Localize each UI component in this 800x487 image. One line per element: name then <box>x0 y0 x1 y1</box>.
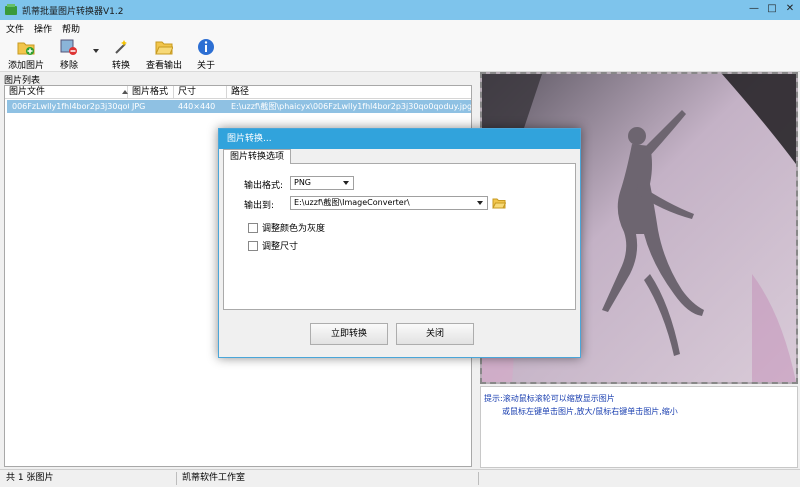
maximize-button[interactable]: □ <box>766 3 778 15</box>
close-dialog-button[interactable]: 关闭 <box>396 323 474 345</box>
dialog-title: 图片转换... <box>219 129 580 149</box>
output-label: 输出到: <box>244 201 275 211</box>
format-select[interactable]: PNG <box>290 176 354 190</box>
hint-line-1: 提示:滚动鼠标滚轮可以缩放显示图片 <box>484 394 615 403</box>
convert-dialog: 图片转换... 图片转换选项 输出格式: PNG 输出到: E:\uzzf\截图… <box>218 128 581 358</box>
about-button[interactable]: 关于 <box>197 38 215 71</box>
output-path-select[interactable]: E:\uzzf\截图\ImageConverter\ <box>290 196 488 210</box>
view-output-button[interactable]: 查看输出 <box>146 38 182 71</box>
col-header-format[interactable]: 图片格式 <box>128 86 174 99</box>
col-header-file[interactable]: 图片文件 <box>5 86 128 99</box>
browse-folder-icon[interactable] <box>492 196 506 209</box>
list-header: 图片文件 图片格式 尺寸 路径 <box>5 86 471 99</box>
menu-operation[interactable]: 操作 <box>34 22 52 35</box>
status-studio: 凯蒂软件工作室 <box>182 473 246 483</box>
chevron-down-icon <box>477 201 483 205</box>
resize-checkbox[interactable] <box>248 240 258 251</box>
cell-file: 006FzLwlly1fhl4bor2p3j30qo0qodu <box>12 102 129 111</box>
remove-button[interactable]: 移除 <box>60 38 78 71</box>
grayscale-option[interactable]: 调整颜色为灰度 <box>248 221 325 234</box>
col-header-path[interactable]: 路径 <box>227 86 471 99</box>
chevron-down-icon <box>343 181 349 185</box>
cell-format: JPG <box>132 102 146 111</box>
resize-option[interactable]: 调整尺寸 <box>248 239 298 252</box>
status-bar: 共 1 张图片 凯蒂软件工作室 <box>0 469 800 487</box>
toolbar: 添加图片 移除 转换 查看输出 关于 <box>0 36 800 72</box>
add-folder-icon <box>17 42 35 55</box>
window-title: 凯蒂批量图片转换器V1.2 <box>22 6 124 17</box>
cell-path: E:\uzzf\截图\phaicyx\006FzLwlly1fhl4bor2p3… <box>231 102 471 111</box>
preview-hint: 提示:滚动鼠标滚轮可以缩放显示图片 或鼠标左键单击图片,放大/鼠标右键单击图片,… <box>484 392 678 418</box>
format-label: 输出格式: <box>244 181 284 191</box>
menu-bar: 文件 操作 帮助 <box>0 20 800 36</box>
add-image-button[interactable]: 添加图片 <box>8 38 44 71</box>
table-row[interactable]: 006FzLwlly1fhl4bor2p3j30qo0qodu JPG 440×… <box>7 100 471 113</box>
status-separator <box>478 472 479 485</box>
magic-wand-icon <box>115 40 127 54</box>
minimize-button[interactable]: — <box>748 3 760 15</box>
close-window-button[interactable]: ✕ <box>784 3 796 15</box>
open-folder-icon <box>155 41 173 55</box>
convert-now-button[interactable]: 立即转换 <box>310 323 388 345</box>
cell-size: 440×440 <box>178 102 216 111</box>
info-icon <box>198 39 214 55</box>
hint-line-2: 或鼠标左键单击图片,放大/鼠标右键单击图片,缩小 <box>502 407 678 416</box>
grayscale-checkbox[interactable] <box>248 222 258 233</box>
tab-convert-options[interactable]: 图片转换选项 <box>223 149 292 164</box>
options-panel: 输出格式: PNG 输出到: E:\uzzf\截图\ImageConverter… <box>223 163 576 310</box>
remove-image-icon <box>60 39 77 55</box>
status-count: 共 1 张图片 <box>6 473 54 483</box>
convert-button[interactable]: 转换 <box>112 38 130 71</box>
title-bar: 凯蒂批量图片转换器V1.2 — □ ✕ <box>0 0 800 20</box>
menu-help[interactable]: 帮助 <box>62 22 80 35</box>
col-header-size[interactable]: 尺寸 <box>174 86 227 99</box>
app-icon <box>5 4 17 15</box>
menu-file[interactable]: 文件 <box>6 22 24 35</box>
remove-dropdown-arrow[interactable] <box>93 49 99 53</box>
